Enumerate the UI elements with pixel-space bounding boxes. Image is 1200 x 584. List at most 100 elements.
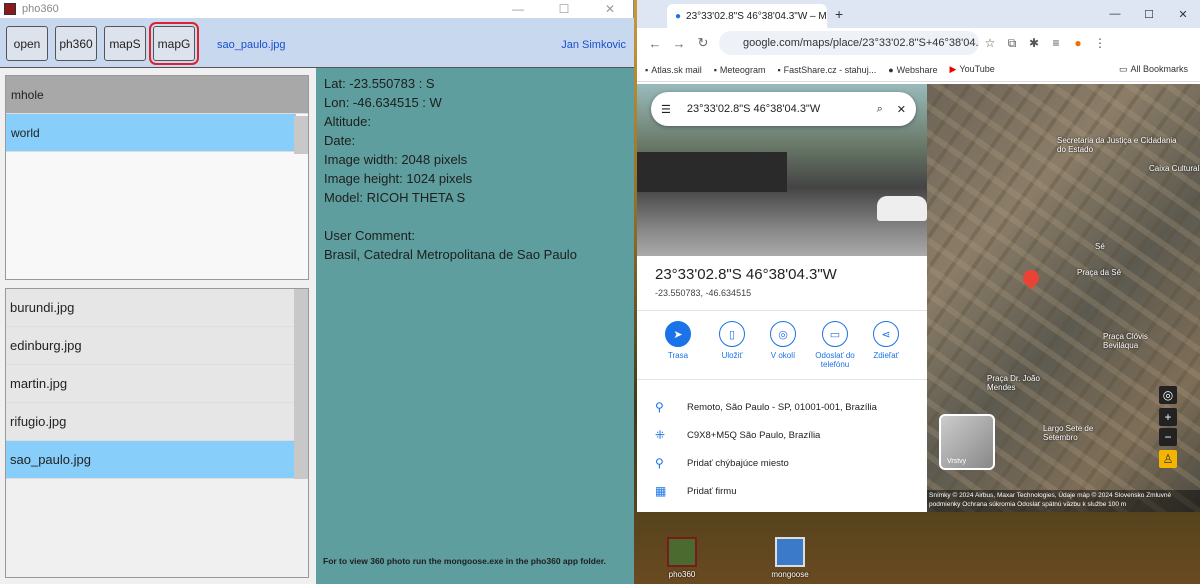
map-label: Largo Sete de Setembro (1043, 424, 1094, 442)
directions-icon: ➤ (665, 321, 691, 347)
business-icon: ▦ (655, 484, 667, 498)
minimize-icon[interactable]: — (1098, 8, 1132, 21)
minimize-icon[interactable]: — (495, 2, 541, 16)
save-button[interactable]: ▯ Uložiť (705, 321, 759, 360)
address-bar-row: ← → ↻ google.com/maps/place/23°33'02.8"S… (637, 28, 1200, 58)
clear-icon[interactable]: ✕ (897, 103, 906, 116)
tab-title: 23°33'02.8"S 46°38'04.3"W – M… (686, 10, 827, 22)
my-location-icon[interactable]: ◎ (1159, 386, 1177, 404)
bookmark-item[interactable]: ● Webshare (888, 65, 937, 75)
date-text: Date: (324, 133, 356, 148)
bookmark-item[interactable]: ▶ YouTube (950, 64, 995, 75)
desktop-icon-mongoose[interactable]: mongoose (760, 537, 820, 579)
mapg-button[interactable]: mapG (149, 22, 199, 65)
extensions-puzzle-icon[interactable]: ✱ (1023, 36, 1045, 50)
extension-icon[interactable]: ⧉ (1001, 36, 1023, 51)
maps-search-box[interactable]: ☰ 23°33'02.8"S 46°38'04.3"W ⌕ ✕ (651, 92, 916, 126)
reload-icon[interactable]: ↻ (691, 35, 715, 51)
app-icon (4, 3, 16, 15)
bookmark-star-icon[interactable]: ☆ (979, 36, 1001, 50)
map-label: Secretaria da Justiça e Cidadania do Est… (1057, 136, 1177, 154)
maps-button[interactable]: mapS (104, 26, 146, 61)
folder-item-world[interactable]: world (6, 114, 296, 152)
new-tab-icon[interactable]: + (835, 6, 843, 22)
pegman-icon[interactable]: ♙ (1159, 450, 1177, 468)
zoom-in-button[interactable]: + (1159, 408, 1177, 426)
all-bookmarks[interactable]: ▭ All Bookmarks (1119, 64, 1188, 75)
close-icon[interactable]: ✕ (1166, 8, 1200, 21)
pho360-app-icon (667, 537, 697, 567)
file-scrollbar[interactable] (294, 289, 308, 479)
file-item[interactable]: burundi.jpg (6, 289, 308, 327)
pho360-window: pho360 — ☐ ✕ open ph360 mapS mapG sao_pa… (0, 0, 634, 584)
profile-avatar[interactable]: ● (1067, 36, 1089, 50)
place-coordinates: -23.550783, -46.634515 (655, 288, 752, 298)
ph360-button[interactable]: ph360 (55, 26, 97, 61)
file-item[interactable]: rifugio.jpg (6, 403, 308, 441)
zoom-out-button[interactable]: − (1159, 428, 1177, 446)
bookmark-item[interactable]: ▪ FastShare.cz - stahuj... (777, 65, 876, 75)
plus-code-icon: ⁜ (655, 428, 666, 442)
forward-icon[interactable]: → (667, 36, 691, 51)
tab-bar: ● 23°33'02.8"S 46°38'04.3"W – M… ✕ + — ☐… (637, 0, 1200, 28)
maps-pin-icon: ● (675, 10, 682, 22)
photo-awning (637, 152, 787, 192)
back-icon[interactable]: ← (643, 36, 667, 51)
author-link[interactable]: Jan Simkovic (561, 39, 626, 51)
folder-scrollbar[interactable] (294, 116, 308, 154)
nearby-button[interactable]: ◎ V okolí (756, 321, 810, 360)
tab-google-maps[interactable]: ● 23°33'02.8"S 46°38'04.3"W – M… ✕ (667, 4, 827, 28)
hint-text: For to view 360 photo run the mongoose.e… (323, 556, 606, 566)
address-row[interactable]: ⚲ Remoto, São Paulo - SP, 01001-001, Bra… (655, 400, 877, 414)
open-button[interactable]: open (6, 26, 48, 61)
search-input[interactable]: 23°33'02.8"S 46°38'04.3"W (687, 103, 877, 115)
layers-button[interactable]: Vrstvy (939, 414, 995, 470)
maximize-icon[interactable]: ☐ (1132, 8, 1166, 21)
folder-list[interactable]: mhole world (5, 75, 309, 280)
current-filename: sao_paulo.jpg (217, 39, 286, 51)
folder-icon: ▭ (1118, 64, 1128, 74)
location-pin-icon: ⚲ (655, 400, 664, 414)
map-pin-icon[interactable] (1019, 266, 1043, 290)
phone-icon: ▭ (822, 321, 848, 347)
file-item-selected[interactable]: sao_paulo.jpg (6, 441, 296, 479)
model-text: Model: RICOH THETA S (324, 190, 466, 205)
photo-car (877, 196, 927, 221)
altitude-text: Altitude: (324, 114, 371, 129)
bookmark-icon: ▪ (713, 64, 717, 75)
menu-icon[interactable]: ⋮ (1089, 36, 1111, 50)
media-icon[interactable]: ≡ (1045, 36, 1067, 50)
file-list[interactable]: burundi.jpg edinburg.jpg martin.jpg rifu… (5, 288, 309, 578)
plus-code-row[interactable]: ⁜ C9X8+M5Q São Paulo, Brazília (655, 428, 820, 442)
user-comment-label: User Comment: (324, 228, 416, 243)
hamburger-icon[interactable]: ☰ (661, 103, 671, 116)
bookmark-item[interactable]: ▪ Meteogram (714, 65, 766, 75)
map-attribution: Snímky © 2024 Airbus, Maxar Technologies… (927, 490, 1200, 512)
desktop-icon-pho360[interactable]: pho360 (652, 537, 712, 579)
satellite-map[interactable]: Secretaria da Justiça e Cidadania do Est… (927, 84, 1200, 512)
file-item[interactable]: martin.jpg (6, 365, 308, 403)
directions-button[interactable]: ➤ Trasa (651, 321, 705, 360)
add-business-row[interactable]: ▦ Pridať firmu (655, 484, 737, 498)
file-item[interactable]: edinburg.jpg (6, 327, 308, 365)
add-missing-place-row[interactable]: ⚲ Pridať chýbajúce miesto (655, 456, 789, 470)
bookmark-item[interactable]: ▪ Atlas.sk mail (645, 65, 702, 75)
layers-label: Vrstvy (947, 458, 967, 465)
user-comment-text: Brasil, Catedral Metropolitana de Sao Pa… (324, 247, 577, 262)
search-icon[interactable]: ⌕ (877, 103, 883, 116)
maximize-icon[interactable]: ☐ (541, 2, 587, 16)
latitude-text: Lat: -23.550783 : S (324, 76, 435, 91)
mongoose-app-icon (775, 537, 805, 567)
nearby-icon: ◎ (770, 321, 796, 347)
action-buttons: ➤ Trasa ▯ Uložiť ◎ V okolí ▭ Odoslať do … (637, 310, 927, 380)
share-button[interactable]: ⋖ Zdieľať (859, 321, 913, 360)
app-titlebar: pho360 — ☐ ✕ (0, 0, 633, 18)
close-icon[interactable]: ✕ (587, 2, 633, 16)
app-title: pho360 (22, 3, 59, 15)
send-to-phone-button[interactable]: ▭ Odoslať do telefónu (808, 321, 862, 369)
folder-item-mhole[interactable]: mhole (6, 76, 308, 114)
map-label: Caixa Cultural (1149, 164, 1200, 173)
url-input[interactable]: google.com/maps/place/23°33'02.8"S+46°38… (719, 31, 979, 55)
maps-side-panel: ☰ 23°33'02.8"S 46°38'04.3"W ⌕ ✕ 23°33'02… (637, 84, 927, 512)
info-panel: Lat: -23.550783 : S Lon: -46.634515 : W … (316, 68, 634, 584)
